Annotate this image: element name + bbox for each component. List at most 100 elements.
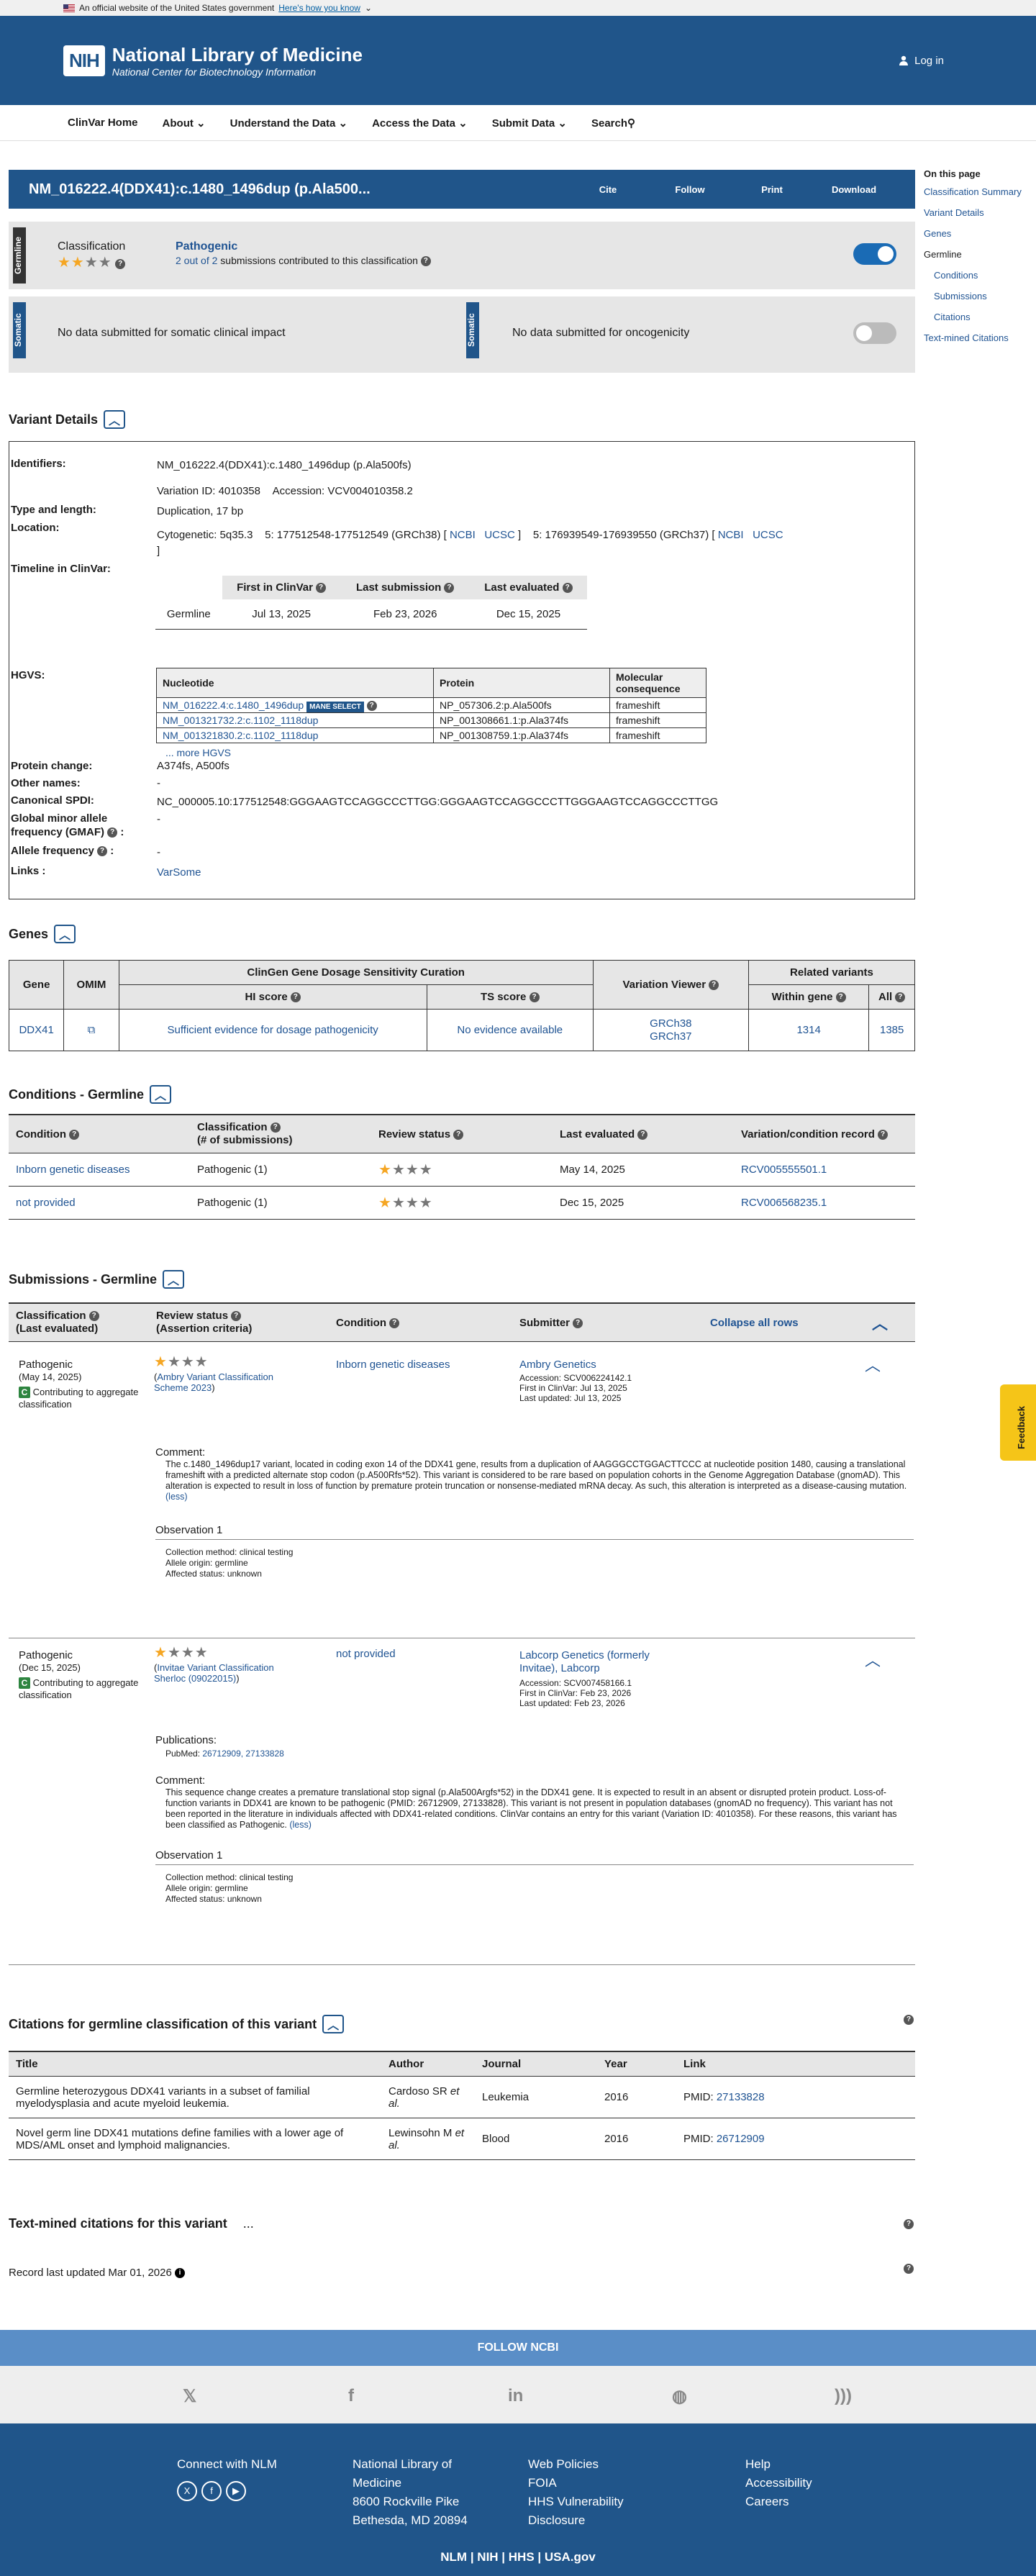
nav-access[interactable]: Access the Data ⌄ [372, 117, 468, 130]
hgvs-nuc-link[interactable]: NM_016222.4:c.1480_1496dup [163, 699, 304, 711]
citations-table: Title Author Journal Year Link Germline … [9, 2051, 915, 2160]
gov-banner-text: An official website of the United States… [79, 3, 275, 13]
chevron-up-icon[interactable]: ︿ [872, 1315, 888, 1333]
nlm-logo[interactable]: NIH National Library of Medicine Nationa… [63, 44, 363, 78]
less-link[interactable]: (less) [289, 1820, 312, 1830]
github-icon[interactable]: ◍ [672, 2386, 687, 2407]
otp-conditions[interactable]: Conditions [924, 270, 1032, 281]
help-icon[interactable]: ? [107, 827, 118, 838]
nav-clinvar-home[interactable]: ClinVar Home [68, 117, 138, 129]
help-icon[interactable]: ? [904, 2219, 914, 2229]
print-button[interactable]: Print [731, 184, 813, 195]
hgvs-table: Nucleotide Protein Molecular consequence N… [156, 668, 706, 744]
ncbi-link-37[interactable]: NCBI [718, 529, 744, 541]
hgvs-nuc-link[interactable]: NM_001321732.2:c.1102_1118dup [163, 715, 318, 726]
search-icon: ⚲ [627, 117, 636, 130]
facebook-icon[interactable]: f [348, 2386, 354, 2406]
somatic-toggle[interactable] [853, 322, 896, 344]
ncbi-link-38[interactable]: NCBI [450, 529, 476, 541]
chevron-up-icon[interactable]: ︿ [865, 1353, 881, 1376]
x-icon[interactable]: X [177, 2481, 197, 2501]
rcv-link[interactable]: RCV006568235.1 [741, 1197, 827, 1209]
germline-toggle[interactable] [853, 243, 896, 265]
chevron-up-icon[interactable]: ︿ [163, 1270, 185, 1289]
us-flag-icon [63, 4, 75, 12]
facebook-icon[interactable]: f [201, 2481, 222, 2501]
sub-classification: Pathogenic [19, 1359, 73, 1371]
otp-classification-summary[interactable]: Classification Summary [924, 186, 1032, 197]
observation-details: Collection method: clinical testing Allel… [165, 1547, 294, 1579]
grch38-link[interactable]: GRCh38 [650, 1017, 691, 1030]
submitter-link[interactable]: Ambry Genetics [519, 1359, 596, 1371]
condition-link[interactable]: Inborn genetic diseases [16, 1164, 130, 1176]
otp-submissions[interactable]: Submissions [924, 291, 1032, 301]
pmid-link[interactable]: 26712909 [717, 2133, 765, 2145]
social-bar: 𝕏 f in ◍ ))) [0, 2366, 1036, 2423]
heres-how-link[interactable]: Here's how you know [278, 3, 360, 13]
gene-link[interactable]: DDX41 [19, 1024, 53, 1036]
help-icon[interactable]: ? [904, 2015, 914, 2025]
youtube-icon[interactable]: ▶ [226, 2481, 246, 2501]
pmid-link[interactable]: 27133828 [717, 2091, 765, 2103]
chevron-up-icon[interactable]: ︿ [54, 925, 76, 943]
otp-genes[interactable]: Genes [924, 228, 1032, 239]
publications-label: Publications: [155, 1734, 217, 1746]
ucsc-link-38[interactable]: UCSC [484, 529, 515, 541]
help-icon[interactable]: ? [420, 256, 431, 267]
cite-button[interactable]: Cite [567, 184, 649, 195]
grch37-link[interactable]: GRCh37 [650, 1030, 691, 1043]
record-updated: Record last updated Mar 01, 2026 i [9, 2267, 185, 2279]
nav-understand[interactable]: Understand the Data ⌄ [230, 117, 347, 130]
feedback-button[interactable]: Feedback [1000, 1384, 1036, 1461]
help-icon[interactable]: ? [115, 258, 126, 269]
x-twitter-icon[interactable]: 𝕏 [183, 2386, 196, 2407]
external-link-icon[interactable]: ⧉ [88, 1024, 96, 1036]
nlm-address: National Library of Medicine 8600 Rockvill… [353, 2457, 468, 2527]
condition-link[interactable]: not provided [16, 1197, 76, 1209]
otp-citations[interactable]: Citations [924, 312, 1032, 322]
login-button[interactable]: Log in [899, 55, 973, 67]
nav-submit[interactable]: Submit Data ⌄ [492, 117, 567, 130]
on-this-page: On this page Classification Summary Vari… [924, 168, 1032, 353]
variant-details-heading: Variant Details ︿ [9, 410, 126, 429]
nav-search[interactable]: Search⚲ [591, 117, 635, 130]
help-icon[interactable]: ? [97, 846, 108, 857]
ucsc-link-37[interactable]: UCSC [753, 529, 783, 541]
rss-icon[interactable]: ))) [835, 2386, 852, 2406]
sub-condition-link[interactable]: not provided [336, 1648, 396, 1660]
hi-score-link[interactable]: Sufficient evidence for dosage pathogeni… [168, 1024, 378, 1036]
otp-text-mined[interactable]: Text-mined Citations [924, 332, 1032, 343]
ts-score-link[interactable]: No evidence available [457, 1024, 563, 1036]
help-icon[interactable]: ? [366, 701, 377, 712]
download-button[interactable]: Download [813, 184, 895, 195]
hgvs-nuc-link[interactable]: NM_001321830.2:c.1102_1118dup [163, 730, 318, 741]
chevron-up-icon[interactable]: ︿ [865, 1648, 881, 1671]
info-icon[interactable]: i [174, 2268, 185, 2279]
otp-variant-details[interactable]: Variant Details [924, 207, 1032, 218]
rcv-link[interactable]: RCV005555501.1 [741, 1164, 827, 1176]
linkedin-icon[interactable]: in [508, 2386, 523, 2406]
text-mined-ellipsis[interactable]: ... [243, 2216, 254, 2231]
submission-2: Pathogenic (Dec 15, 2025) C Contributing… [9, 1645, 915, 1936]
varsome-link[interactable]: VarSome [157, 866, 201, 879]
chevron-up-icon[interactable]: ︿ [104, 410, 126, 429]
chevron-up-icon[interactable]: ︿ [322, 2015, 345, 2033]
follow-button[interactable]: Follow [649, 184, 731, 195]
collapse-all-button[interactable]: Collapse all rows [710, 1317, 799, 1329]
submitter-link[interactable]: Labcorp Genetics (formerly Invitae), Lab… [519, 1649, 685, 1675]
somatic-panel: Somatic No data submitted for somatic cl… [9, 296, 915, 373]
all-variants-link[interactable]: 1385 [880, 1024, 904, 1036]
sub-classification: Pathogenic [19, 1649, 73, 1661]
sub-condition-link[interactable]: Inborn genetic diseases [336, 1359, 450, 1371]
other-names-label: Other names: [11, 777, 81, 789]
germline-panel: Germline Classification ★★★★ ? Pathogeni… [9, 222, 915, 289]
less-link[interactable]: (less) [165, 1492, 188, 1502]
nav-about[interactable]: About ⌄ [163, 117, 206, 130]
within-gene-link[interactable]: 1314 [796, 1024, 820, 1036]
more-hgvs-link[interactable]: ... more HGVS [165, 747, 231, 758]
hgvs-label: HGVS: [11, 669, 45, 681]
policies-links: Web Policies FOIA HHS Vulnerability Disclos… [528, 2457, 624, 2527]
classification-value[interactable]: Pathogenic [176, 240, 237, 253]
help-icon[interactable]: ? [904, 2264, 914, 2274]
chevron-up-icon[interactable]: ︿ [150, 1085, 172, 1104]
